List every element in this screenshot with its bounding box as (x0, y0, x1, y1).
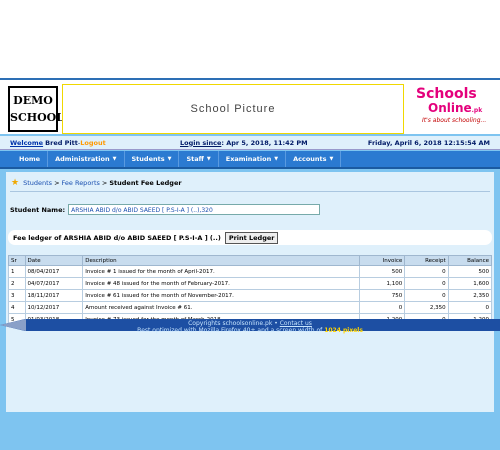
breadcrumb-fee-reports[interactable]: Fee Reports (62, 179, 100, 187)
user-name: Bred Pitt (45, 138, 78, 147)
caret-down-icon: ▼ (329, 156, 334, 162)
nav-home[interactable]: Home (12, 151, 49, 167)
breadcrumb-current: Student Fee Ledger (109, 179, 182, 187)
logo-line-2: SCHOOL (10, 111, 64, 124)
cell-date: 10/12/2017 (24, 301, 84, 314)
ledger-title: Fee ledger of ARSHIA ABID d/o ABID SAEED… (13, 233, 221, 242)
login-since-label: Login since (180, 138, 222, 147)
cell-receipt: 0 (404, 277, 449, 290)
login-since: Login since: Apr 5, 2018, 11:42 PM (180, 139, 308, 147)
cell-description: Invoice # 48 issued for the month of Feb… (82, 277, 360, 290)
table-row: 4 10/12/2017 Amount received against Inv… (8, 301, 493, 314)
caret-down-icon: ▼ (112, 156, 117, 162)
footer-text: Copyrights schoolsonline.pk • Contact us… (0, 320, 500, 334)
nav-students-label: Students (131, 155, 165, 163)
logo-line-1: DEMO (13, 94, 53, 107)
welcome-label: Welcome (10, 138, 44, 147)
nav-accounts[interactable]: Accounts ▼ (286, 151, 342, 167)
cell-sr: 1 (8, 265, 26, 278)
ledger-header: Fee ledger of ARSHIA ABID d/o ABID SAEED… (8, 230, 492, 245)
cell-description: Invoice # 61 issued for the month of Nov… (82, 289, 360, 302)
column-header-invoice: Invoice (358, 255, 406, 266)
student-name-label: Student Name: (10, 205, 66, 214)
footer: Copyrights schoolsonline.pk • Contact us… (0, 316, 500, 344)
cell-invoice: 750 (358, 289, 406, 302)
cell-receipt: 0 (404, 265, 449, 278)
cell-invoice: 500 (358, 265, 406, 278)
breadcrumb-separator: > (101, 179, 108, 187)
cell-date: 08/04/2017 (24, 265, 84, 278)
main-nav: Home Administration ▼ Students ▼ Staff ▼… (0, 151, 500, 169)
nav-staff[interactable]: Staff ▼ (179, 151, 219, 167)
table-row: 1 08/04/2017 Invoice # 1 issued for the … (8, 265, 493, 278)
welcome-text: Welcome Bred Pitt-Logout (10, 139, 106, 147)
student-name-input[interactable]: ARSHIA ABID d/o ABID SAEED [ P.S-I-A ] (… (68, 204, 321, 215)
nav-administration-label: Administration (55, 155, 110, 163)
table-row: 2 04/07/2017 Invoice # 48 issued for the… (8, 277, 493, 290)
column-header-description: Description (82, 255, 360, 266)
cell-balance: 1,600 (447, 277, 493, 290)
cell-receipt: 0 (404, 289, 449, 302)
table-header-row: Sr Date Description Invoice Receipt Bala… (8, 255, 493, 266)
caret-down-icon: ▼ (274, 156, 279, 162)
table-row: 3 18/11/2017 Invoice # 61 issued for the… (8, 289, 493, 302)
cell-receipt: 2,350 (404, 301, 449, 314)
brand-online: Online.pk (428, 101, 482, 115)
cell-balance: 2,350 (447, 289, 493, 302)
header: DEMO SCHOOL School Picture Schools Onlin… (0, 78, 500, 134)
brand-online-text: Online (428, 101, 472, 115)
cell-balance: 500 (447, 265, 493, 278)
column-header-balance: Balance (447, 255, 493, 266)
school-picture-label: School Picture (190, 103, 276, 115)
cell-invoice: 0 (358, 301, 406, 314)
print-ledger-button[interactable]: Print Ledger (224, 231, 279, 244)
footer-line-2: Best optimized with Mozilla Firefox 40+ … (0, 327, 500, 334)
nav-examination-label: Examination (225, 155, 272, 163)
column-header-sr: Sr (8, 255, 26, 266)
brand-schools: Schools (416, 86, 477, 102)
column-header-date: Date (24, 255, 84, 266)
page: DEMO SCHOOL School Picture Schools Onlin… (0, 78, 500, 450)
cell-description: Amount received against Invoice # 61. (82, 301, 360, 314)
breadcrumb-students[interactable]: Students (23, 179, 52, 187)
breadcrumb: ★ Students > Fee Reports > Student Fee L… (11, 178, 182, 188)
divider (10, 191, 490, 192)
breadcrumb-separator: > (54, 179, 60, 187)
footer-line-1: Copyrights schoolsonline.pk • Contact us (0, 320, 500, 327)
footer-bullet: • (274, 320, 278, 327)
content-panel: ★ Students > Fee Reports > Student Fee L… (6, 172, 494, 412)
cell-balance: 0 (447, 301, 493, 314)
column-header-receipt: Receipt (404, 255, 449, 266)
school-logo: DEMO SCHOOL (8, 86, 64, 132)
copyright-text: Copyrights schoolsonline.pk (188, 320, 273, 327)
caret-down-icon: ▼ (167, 156, 172, 162)
nav-home-label: Home (19, 155, 41, 163)
cell-date: 04/07/2017 (24, 277, 84, 290)
user-bar: Welcome Bred Pitt-Logout Login since: Ap… (0, 136, 500, 150)
caret-down-icon: ▼ (206, 156, 211, 162)
screen-width-note: 1024 pixels (324, 327, 363, 334)
cell-date: 18/11/2017 (24, 289, 84, 302)
cell-sr: 2 (8, 277, 26, 290)
browser-note: Best optimized with Mozilla Firefox 40+ … (137, 327, 323, 334)
contact-us-link[interactable]: Contact us (280, 320, 312, 327)
brand-pk: .pk (471, 107, 483, 114)
login-since-value: : Apr 5, 2018, 11:42 PM (221, 138, 308, 147)
nav-students[interactable]: Students ▼ (125, 151, 180, 167)
star-icon: ★ (11, 178, 20, 188)
cell-invoice: 1,100 (358, 277, 406, 290)
brand-tagline: It's about schooling... (422, 117, 487, 124)
school-picture: School Picture (62, 84, 404, 134)
nav-examination[interactable]: Examination ▼ (219, 151, 287, 167)
nav-staff-label: Staff (186, 155, 204, 163)
nav-administration[interactable]: Administration ▼ (48, 151, 125, 167)
cell-sr: 4 (8, 301, 26, 314)
cell-description: Invoice # 1 issued for the month of Apri… (82, 265, 360, 278)
cell-sr: 3 (8, 289, 26, 302)
logout-link[interactable]: Logout (80, 139, 105, 147)
brand-logo: Schools Online.pk It's about schooling..… (414, 84, 498, 134)
nav-accounts-label: Accounts (293, 155, 327, 163)
current-datetime: Friday, April 6, 2018 12:15:54 AM (367, 138, 490, 147)
student-name-row: Student Name: ARSHIA ABID d/o ABID SAEED… (10, 204, 321, 215)
